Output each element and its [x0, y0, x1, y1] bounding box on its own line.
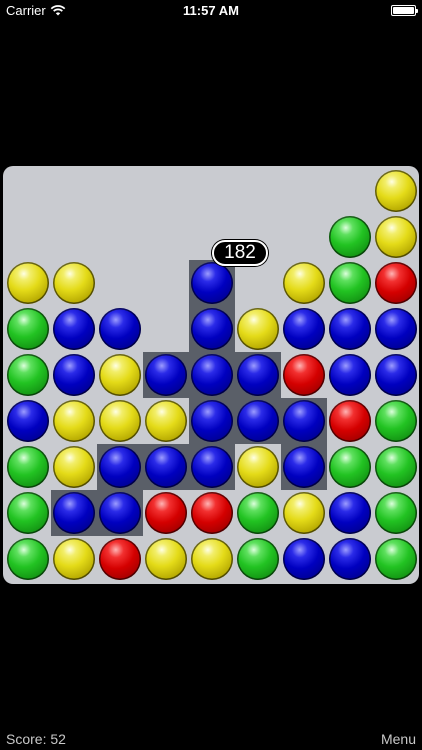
- green-ball[interactable]: [375, 400, 417, 442]
- green-ball[interactable]: [7, 354, 49, 396]
- status-time: 11:57 AM: [183, 3, 239, 18]
- blue-ball[interactable]: [53, 308, 95, 350]
- green-ball[interactable]: [7, 492, 49, 534]
- green-ball[interactable]: [329, 216, 371, 258]
- red-ball[interactable]: [145, 492, 187, 534]
- menu-button[interactable]: Menu: [381, 731, 416, 747]
- green-ball[interactable]: [7, 446, 49, 488]
- green-ball[interactable]: [237, 492, 279, 534]
- game-board[interactable]: [3, 166, 419, 584]
- blue-ball[interactable]: [283, 400, 325, 442]
- yellow-ball[interactable]: [145, 538, 187, 580]
- yellow-ball[interactable]: [237, 446, 279, 488]
- green-ball[interactable]: [7, 308, 49, 350]
- green-ball[interactable]: [329, 446, 371, 488]
- yellow-ball[interactable]: [283, 262, 325, 304]
- green-ball[interactable]: [237, 538, 279, 580]
- green-ball[interactable]: [375, 492, 417, 534]
- yellow-ball[interactable]: [53, 262, 95, 304]
- blue-ball[interactable]: [53, 354, 95, 396]
- blue-ball[interactable]: [283, 446, 325, 488]
- blue-ball[interactable]: [329, 308, 371, 350]
- selection-points-bubble: 182: [212, 240, 268, 266]
- blue-ball[interactable]: [99, 308, 141, 350]
- blue-ball[interactable]: [329, 538, 371, 580]
- yellow-ball[interactable]: [53, 446, 95, 488]
- blue-ball[interactable]: [237, 400, 279, 442]
- yellow-ball[interactable]: [99, 400, 141, 442]
- blue-ball[interactable]: [283, 538, 325, 580]
- blue-ball[interactable]: [191, 446, 233, 488]
- yellow-ball[interactable]: [375, 170, 417, 212]
- yellow-ball[interactable]: [283, 492, 325, 534]
- blue-ball[interactable]: [191, 400, 233, 442]
- status-bar: Carrier 11:57 AM: [0, 0, 422, 22]
- blue-ball[interactable]: [283, 308, 325, 350]
- blue-ball[interactable]: [145, 446, 187, 488]
- yellow-ball[interactable]: [191, 538, 233, 580]
- green-ball[interactable]: [375, 446, 417, 488]
- green-ball[interactable]: [7, 538, 49, 580]
- yellow-ball[interactable]: [237, 308, 279, 350]
- red-ball[interactable]: [375, 262, 417, 304]
- red-ball[interactable]: [283, 354, 325, 396]
- yellow-ball[interactable]: [53, 538, 95, 580]
- green-ball[interactable]: [375, 538, 417, 580]
- red-ball[interactable]: [99, 538, 141, 580]
- score-label: Score: 52: [6, 731, 66, 747]
- blue-ball[interactable]: [329, 354, 371, 396]
- blue-ball[interactable]: [191, 262, 233, 304]
- blue-ball[interactable]: [53, 492, 95, 534]
- blue-ball[interactable]: [7, 400, 49, 442]
- blue-ball[interactable]: [99, 492, 141, 534]
- blue-ball[interactable]: [191, 354, 233, 396]
- blue-ball[interactable]: [145, 354, 187, 396]
- blue-ball[interactable]: [375, 308, 417, 350]
- blue-ball[interactable]: [99, 446, 141, 488]
- blue-ball[interactable]: [191, 308, 233, 350]
- yellow-ball[interactable]: [375, 216, 417, 258]
- yellow-ball[interactable]: [53, 400, 95, 442]
- yellow-ball[interactable]: [145, 400, 187, 442]
- red-ball[interactable]: [191, 492, 233, 534]
- blue-ball[interactable]: [375, 354, 417, 396]
- battery-icon: [391, 5, 418, 16]
- yellow-ball[interactable]: [7, 262, 49, 304]
- green-ball[interactable]: [329, 262, 371, 304]
- blue-ball[interactable]: [237, 354, 279, 396]
- blue-ball[interactable]: [329, 492, 371, 534]
- red-ball[interactable]: [329, 400, 371, 442]
- yellow-ball[interactable]: [99, 354, 141, 396]
